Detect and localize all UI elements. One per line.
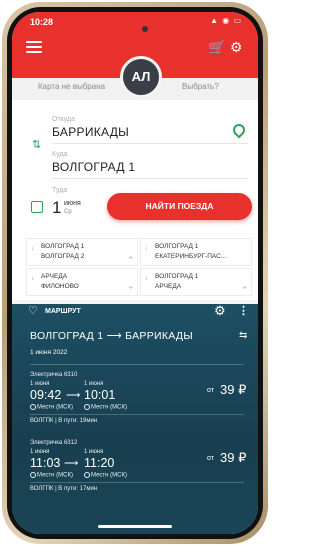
- calendar-icon[interactable]: [31, 201, 43, 213]
- route-arrow-icon: ↓: [31, 245, 35, 252]
- recent-route[interactable]: ↓ ВОЛГОГРАД 1 АРЧЕДА ⌖: [140, 268, 252, 296]
- from-field[interactable]: БАРРИКАДЫ: [52, 125, 129, 139]
- date-label: Туда: [52, 187, 68, 194]
- cart-icon[interactable]: 🛒: [208, 39, 225, 56]
- divider: [30, 414, 244, 415]
- recent-from: АРЧЕДА: [41, 273, 68, 280]
- recent-from: ВОЛГОГРАД 1: [41, 243, 85, 250]
- app-screen: 10:28 ▲ ◉ ▭ 🛒 ⚙ Карта не выбрана Выбрать…: [12, 12, 258, 534]
- field-divider: [52, 143, 248, 144]
- train-name: Электричка 6312: [30, 440, 78, 446]
- ticket-price[interactable]: 39 ₽: [220, 382, 246, 398]
- home-indicator[interactable]: [98, 525, 172, 528]
- price-prefix: от: [207, 387, 214, 394]
- clock-icon: [30, 472, 36, 478]
- arrival-timezone: Местн (МСК): [84, 404, 127, 411]
- choose-card-link[interactable]: Выбрать?: [182, 82, 219, 91]
- recent-to: ЕКАТЕРИНБУРГ-ПАС...: [155, 253, 227, 260]
- date-day[interactable]: 1: [52, 198, 61, 218]
- gear-icon[interactable]: ⚙: [214, 303, 226, 319]
- divider: [30, 364, 244, 365]
- heart-icon[interactable]: ♡: [28, 304, 38, 317]
- date-weekday: Ср: [64, 209, 72, 215]
- swap-stations-icon[interactable]: ⇅: [32, 138, 41, 151]
- save-route-button[interactable]: МАРШРУТ: [45, 308, 81, 315]
- route-date: 1 июня 2022: [30, 349, 68, 356]
- price-prefix: от: [207, 455, 214, 462]
- arrival-date: 1 июня: [84, 449, 104, 455]
- route-arrow-icon: ↓: [31, 275, 35, 282]
- from-label: Откуда: [52, 116, 76, 123]
- arrival-date: 1 июня: [84, 381, 104, 387]
- reverse-route-icon[interactable]: ⇆: [239, 330, 247, 341]
- to-field[interactable]: ВОЛГОГРАД 1: [52, 160, 135, 174]
- departure-time[interactable]: 09:42: [30, 388, 61, 402]
- route-arrow-icon: ↓: [145, 275, 149, 282]
- status-icons: ▲ ◉ ▭: [210, 16, 242, 25]
- recent-route[interactable]: ↓ ВОЛГОГРАД 1 ВОЛГОГРАД 2 ⌖: [26, 238, 138, 266]
- recent-from: ВОЛГОГРАД 1: [155, 243, 199, 250]
- recent-from: ВОЛГОГРАД 1: [155, 273, 199, 280]
- arrow-right-icon: ⟶: [64, 458, 79, 469]
- status-bar: 10:28 ▲ ◉ ▭: [12, 12, 258, 30]
- arrow-right-icon: ⟶: [66, 390, 81, 401]
- arrival-time[interactable]: 10:01: [84, 388, 115, 402]
- divider: [30, 482, 244, 483]
- camera-dot: [142, 26, 148, 32]
- route-arrow-icon: ↓: [145, 245, 149, 252]
- departure-date: 1 июня: [30, 449, 50, 455]
- clock-icon: [30, 404, 36, 410]
- tag-icon: ⌖: [128, 253, 133, 262]
- ticket-price[interactable]: 39 ₽: [220, 450, 246, 466]
- status-time: 10:28: [30, 17, 54, 27]
- more-icon[interactable]: ⋮: [238, 304, 249, 317]
- train-name: Электричка 6310: [30, 372, 78, 378]
- departure-timezone: Местн (МСК): [30, 404, 73, 411]
- clock-icon: [84, 472, 90, 478]
- tag-icon: ⌖: [128, 283, 133, 292]
- avatar[interactable]: АЛ: [120, 56, 162, 98]
- route-title: ВОЛГОГРАД 1 ⟶ БАРРИКАДЫ: [30, 330, 193, 342]
- to-label: Куда: [52, 151, 68, 158]
- settings-sliders-icon[interactable]: ⚙: [230, 39, 243, 56]
- departure-time[interactable]: 11:03: [30, 456, 60, 470]
- departure-timezone: Местн (МСК): [30, 472, 73, 479]
- departure-date: 1 июня: [30, 381, 50, 387]
- find-trains-button[interactable]: НАЙТИ ПОЕЗДА: [107, 193, 252, 220]
- recent-route[interactable]: ↓ ВОЛГОГРАД 1 ЕКАТЕРИНБУРГ-ПАС...: [140, 238, 252, 266]
- card-status-text: Карта не выбрана: [38, 82, 106, 91]
- tag-icon: ⌖: [242, 283, 247, 292]
- train-footer: ВОЛГПК | В пути: 17мин: [30, 486, 98, 492]
- menu-icon[interactable]: [26, 41, 42, 53]
- train-footer: ВОЛГПК | В пути: 19мин: [30, 418, 98, 424]
- recent-to: АРЧЕДА: [155, 283, 182, 290]
- recent-to: ВОЛГОГРАД 2: [41, 253, 85, 260]
- recent-to: ФИЛОНОВО: [41, 283, 79, 290]
- date-month: июня: [64, 200, 81, 207]
- recent-route[interactable]: ↓ АРЧЕДА ФИЛОНОВО ⌖: [26, 268, 138, 296]
- arrival-time[interactable]: 11:20: [84, 456, 114, 470]
- arrival-timezone: Местн (МСК): [84, 472, 127, 479]
- field-divider: [52, 178, 248, 179]
- clock-icon: [84, 404, 90, 410]
